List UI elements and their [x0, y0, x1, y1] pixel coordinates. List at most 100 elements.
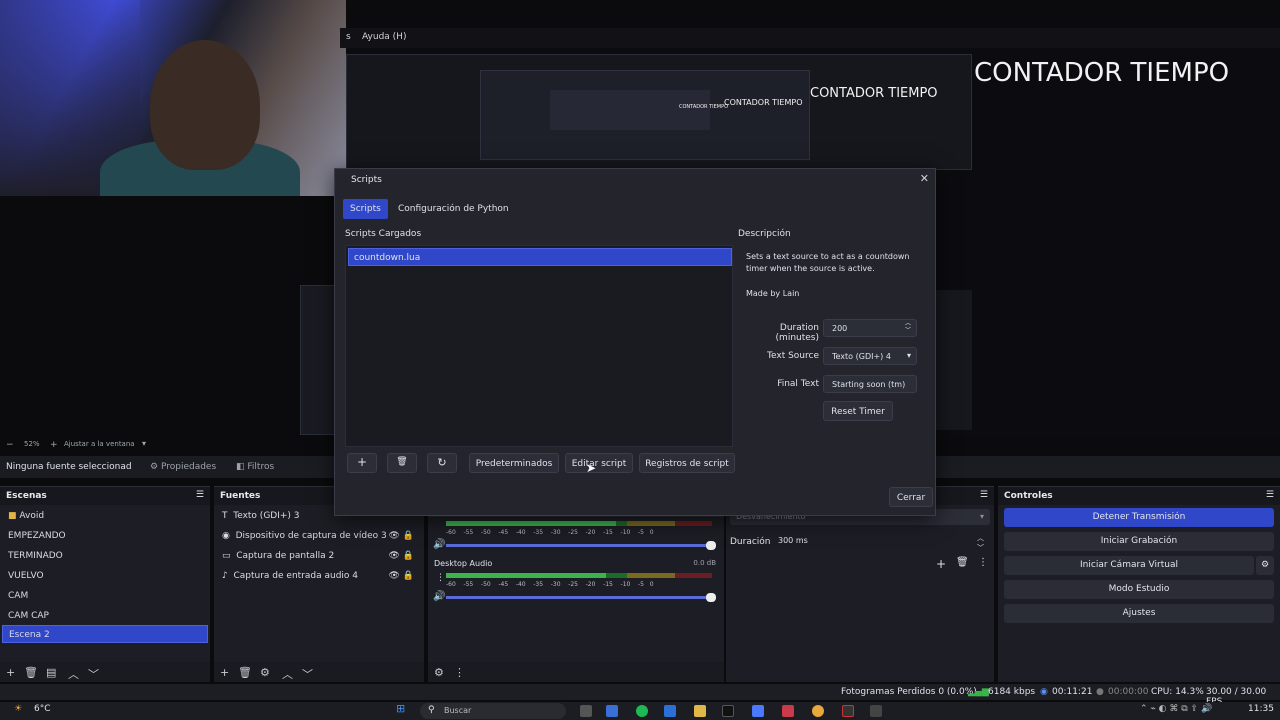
menu-bar: s Ayuda (H): [340, 28, 1280, 48]
tiktok-icon[interactable]: [722, 705, 734, 717]
trash-icon[interactable]: 🗑: [238, 666, 252, 679]
dock-menu-icon[interactable]: ☰: [196, 490, 204, 500]
nested-preview-3: [550, 90, 710, 130]
duration-minutes-input[interactable]: 200 ︿ ﹀: [823, 319, 917, 337]
move-up-icon[interactable]: ︿: [68, 666, 79, 682]
remove-script-icon[interactable]: 🗑: [387, 453, 417, 473]
final-text-input[interactable]: Starting soon (tm): [823, 375, 917, 393]
visibility-lock-icons[interactable]: 👁 🔒: [389, 551, 415, 561]
edit-script-button[interactable]: Editar script: [565, 453, 633, 473]
stop-streaming-button[interactable]: Detener Transmisión: [1004, 508, 1274, 527]
close-button[interactable]: Cerrar: [889, 487, 933, 507]
loaded-scripts-list: countdown.lua: [345, 245, 733, 447]
filters-button[interactable]: ◧ Filtros: [236, 462, 274, 472]
duration-field[interactable]: 300 ms ︿ ﹀: [774, 533, 990, 552]
text-source-select[interactable]: Texto (GDI+) 4 ▾: [823, 347, 917, 365]
fit-window-button[interactable]: Ajustar a la ventana: [64, 440, 135, 448]
scene-item-vuelvo[interactable]: VUELVO: [2, 567, 208, 585]
more-icon[interactable]: ⋮: [454, 666, 465, 679]
folder-icon: ■: [8, 511, 17, 521]
properties-button[interactable]: ⚙ Propiedades: [150, 462, 216, 472]
defaults-button[interactable]: Predeterminados: [469, 453, 559, 473]
mail-icon[interactable]: [606, 705, 618, 717]
app-icon[interactable]: [752, 705, 764, 717]
obs-icon[interactable]: [842, 705, 854, 717]
more-icon[interactable]: ⋮: [978, 557, 988, 568]
mouse-cursor-icon: ➤: [586, 461, 597, 475]
volume-icon[interactable]: 🔊: [433, 591, 445, 602]
volume-slider[interactable]: [446, 593, 716, 602]
settings-button[interactable]: Ajustes: [1004, 604, 1274, 623]
taskbar-search[interactable]: ⚲ Buscar: [420, 703, 566, 719]
scene-item-avoid[interactable]: ■ Avoid: [2, 507, 208, 525]
move-down-icon[interactable]: ﹀: [88, 666, 99, 682]
visibility-lock-icons[interactable]: 👁 🔒: [389, 531, 415, 541]
stepper-icon[interactable]: ︿ ﹀: [977, 533, 984, 553]
start-recording-button[interactable]: Iniciar Grabación: [1004, 532, 1274, 551]
no-source-label: Ninguna fuente seleccionad: [6, 462, 132, 472]
studio-mode-button[interactable]: Modo Estudio: [1004, 580, 1274, 599]
clock: 11:35: [1248, 704, 1274, 714]
dock-menu-icon[interactable]: ☰: [1266, 490, 1274, 500]
duration-label: Duración: [730, 537, 771, 547]
move-up-icon[interactable]: ︿: [282, 666, 293, 682]
more-icon[interactable]: ⋮: [436, 573, 445, 583]
volume-slider[interactable]: [446, 541, 716, 550]
add-script-icon[interactable]: +: [347, 453, 377, 473]
scene-item-empezando[interactable]: EMPEZANDO: [2, 527, 208, 545]
scene-item-terminado[interactable]: TERMINADO: [2, 547, 208, 565]
gear-icon[interactable]: ⚙: [260, 666, 270, 679]
menu-item-partial[interactable]: s: [346, 32, 351, 42]
dropped-frames: Fotogramas Perdidos 0 (0.0%): [841, 687, 977, 697]
scene-item-escena-2[interactable]: Escena 2: [2, 625, 208, 643]
scene-item-cam[interactable]: CAM: [2, 587, 208, 605]
countdown-title-large: CONTADOR TIEMPO: [974, 58, 1230, 88]
app-icon[interactable]: [870, 705, 882, 717]
add-icon[interactable]: +: [936, 557, 946, 571]
visibility-lock-icons[interactable]: 👁 🔒: [389, 571, 415, 581]
webcam-feed: [0, 0, 346, 196]
file-explorer-icon[interactable]: [694, 705, 706, 717]
chrome-icon[interactable]: [812, 705, 824, 717]
trash-icon[interactable]: 🗑: [956, 557, 969, 568]
tray-icons[interactable]: ⌃ ⌁ ◐ ⌘ ⧉ ⇪ 🔊: [1140, 704, 1212, 714]
app-icon[interactable]: [664, 705, 676, 717]
add-icon[interactable]: +: [220, 666, 229, 679]
tab-scripts[interactable]: Scripts: [343, 199, 388, 219]
close-icon[interactable]: ✕: [920, 172, 929, 185]
mixer-settings-icon[interactable]: ⚙: [434, 666, 444, 679]
move-down-icon[interactable]: ﹀: [302, 666, 313, 682]
volume-icon[interactable]: 🔊: [433, 539, 445, 550]
dock-menu-icon[interactable]: ☰: [980, 490, 988, 500]
script-log-button[interactable]: Registros de script: [639, 453, 735, 473]
task-view-icon[interactable]: [580, 705, 592, 717]
final-text-label: Final Text: [777, 379, 819, 389]
menu-item-help[interactable]: Ayuda (H): [362, 32, 406, 42]
start-virtual-camera-button[interactable]: Iniciar Cámara Virtual: [1004, 556, 1254, 575]
reset-timer-button[interactable]: Reset Timer: [823, 401, 893, 421]
stepper-icon[interactable]: ︿ ﹀: [905, 320, 911, 334]
reload-script-icon[interactable]: ↻: [427, 453, 457, 473]
source-item[interactable]: ▭ Captura de pantalla 2 👁 🔒: [216, 547, 422, 565]
tab-python-settings[interactable]: Configuración de Python: [391, 199, 516, 219]
source-item[interactable]: ◉ Dispositivo de captura de vídeo 3 👁 🔒: [216, 527, 422, 545]
scene-item-cam-cap[interactable]: CAM CAP: [2, 607, 208, 625]
source-item[interactable]: ♪ Captura de entrada audio 4 👁 🔒: [216, 567, 422, 585]
virtual-camera-gear-icon[interactable]: ⚙: [1256, 556, 1274, 575]
chevron-down-icon[interactable]: ▾: [142, 439, 146, 448]
audio-meter: [446, 573, 712, 578]
windows-start-icon[interactable]: ⊞: [396, 702, 405, 715]
spotify-icon[interactable]: [636, 705, 648, 717]
app-icon[interactable]: [782, 705, 794, 717]
mixer-footer: ⚙ ⋮: [428, 662, 724, 682]
zoom-in-icon[interactable]: +: [50, 440, 58, 450]
filter-icon[interactable]: ▤: [46, 666, 56, 679]
countdown-title-small: CONTADOR TIEMPO: [724, 98, 803, 107]
bitrate: 6184 kbps: [988, 687, 1036, 697]
loaded-scripts-label: Scripts Cargados: [345, 229, 422, 239]
cpu-usage: CPU: 14.3%: [1151, 687, 1204, 697]
script-item-countdown[interactable]: countdown.lua: [348, 248, 732, 266]
add-icon[interactable]: +: [6, 666, 15, 679]
trash-icon[interactable]: 🗑: [24, 666, 38, 679]
zoom-out-icon[interactable]: −: [6, 440, 14, 450]
